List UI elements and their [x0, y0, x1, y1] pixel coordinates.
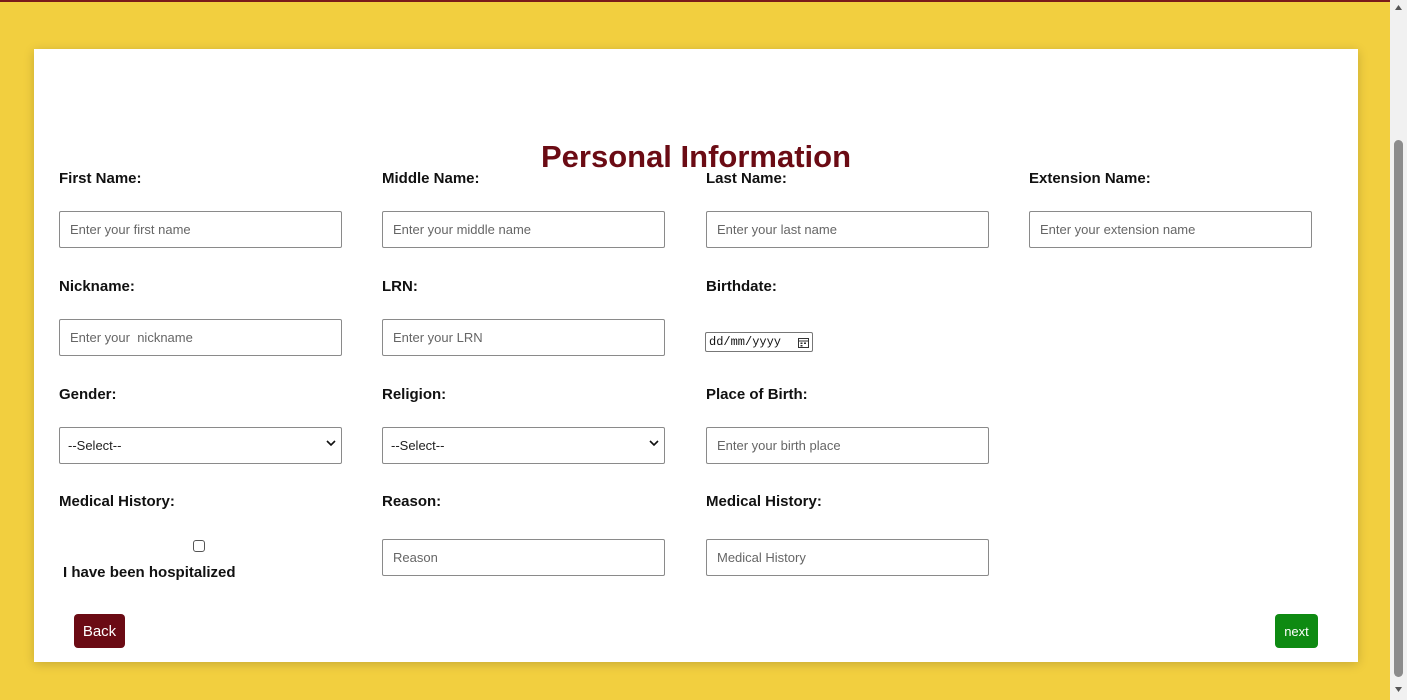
page-title: Personal Information [540, 139, 852, 174]
gender-select[interactable]: --Select-- [59, 427, 342, 464]
reason-input[interactable] [382, 539, 665, 576]
birthdate-value: dd/mm/yyyy [709, 335, 782, 349]
religion-label: Religion: [382, 386, 447, 403]
nickname-input[interactable] [59, 319, 342, 356]
birth-place-label: Place of Birth: [706, 386, 808, 403]
reason-label: Reason: [382, 493, 442, 510]
birthdate-input[interactable]: dd/mm/yyyy [705, 332, 813, 352]
last-name-input[interactable] [706, 211, 989, 248]
scroll-up-arrow-icon[interactable] [1393, 2, 1404, 13]
first-name-input[interactable] [59, 211, 342, 248]
hospitalized-checkbox-label: I have been hospitalized [63, 564, 236, 581]
medical-history-check-label: Medical History: [59, 493, 175, 510]
vertical-scrollbar[interactable] [1390, 0, 1407, 700]
first-name-label: First Name: [59, 170, 142, 187]
lrn-label: LRN: [382, 278, 418, 295]
back-button[interactable]: Back [74, 614, 125, 648]
medical-history-input[interactable] [706, 539, 989, 576]
middle-name-input[interactable] [382, 211, 665, 248]
hospitalized-checkbox[interactable] [193, 540, 205, 552]
lrn-input[interactable] [382, 319, 665, 356]
last-name-label: Last Name: [706, 170, 787, 187]
gender-label: Gender: [59, 386, 117, 403]
religion-select-wrapper: --Select-- [382, 427, 665, 464]
scrollbar-thumb[interactable] [1394, 140, 1403, 677]
scroll-down-arrow-icon[interactable] [1393, 684, 1404, 695]
next-button[interactable]: next [1275, 614, 1318, 648]
gender-select-wrapper: --Select-- [59, 427, 342, 464]
extension-name-input[interactable] [1029, 211, 1312, 248]
extension-name-label: Extension Name: [1029, 170, 1151, 187]
medical-history-label: Medical History: [706, 493, 822, 510]
religion-select[interactable]: --Select-- [382, 427, 665, 464]
birth-place-input[interactable] [706, 427, 989, 464]
top-border [0, 0, 1390, 2]
middle-name-label: Middle Name: [382, 170, 480, 187]
calendar-icon[interactable] [798, 337, 809, 348]
birthdate-label: Birthdate: [706, 278, 777, 295]
nickname-label: Nickname: [59, 278, 135, 295]
